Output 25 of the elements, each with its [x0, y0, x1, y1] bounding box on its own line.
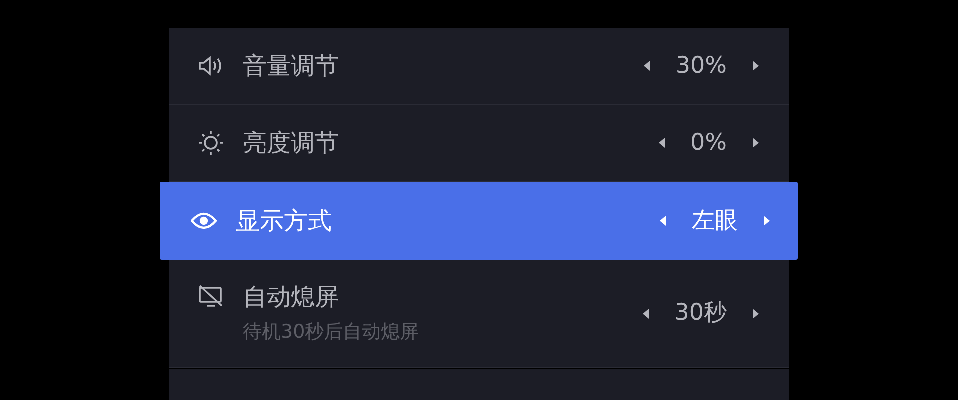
setting-row[interactable]: 自动熄屏 待机30秒后自动熄屏 30秒	[169, 260, 789, 368]
right-arrow-icon[interactable]	[764, 216, 770, 226]
right-arrow-icon[interactable]	[753, 61, 759, 71]
setting-row[interactable]: 亮度调节 0%	[169, 105, 789, 182]
setting-label: 亮度调节	[243, 131, 339, 155]
setting-value: 30%	[676, 54, 727, 78]
setting-description: 待机30秒后自动熄屏	[242, 323, 420, 342]
setting-label: 自动熄屏	[243, 285, 339, 309]
left-arrow-icon[interactable]	[644, 61, 650, 71]
setting-value: 左眼	[692, 210, 738, 232]
left-arrow-icon[interactable]	[660, 216, 666, 226]
left-arrow-icon[interactable]	[658, 138, 664, 148]
setting-value: 0%	[690, 132, 727, 154]
setting-label: 显示方式	[236, 209, 332, 233]
selected-setting-row[interactable]: 显示方式 左眼	[160, 182, 798, 260]
setting-label: 音量调节	[243, 54, 339, 78]
right-arrow-icon[interactable]	[753, 138, 759, 148]
left-arrow-icon[interactable]	[642, 308, 649, 318]
eye-icon	[191, 212, 217, 230]
setting-value: 30秒	[674, 302, 727, 325]
speaker-icon	[198, 55, 224, 77]
sun-icon	[198, 130, 224, 156]
right-arrow-icon[interactable]	[753, 308, 759, 318]
screen-off-icon	[198, 285, 224, 309]
setting-row[interactable]: 音量调节 30%	[169, 28, 789, 105]
